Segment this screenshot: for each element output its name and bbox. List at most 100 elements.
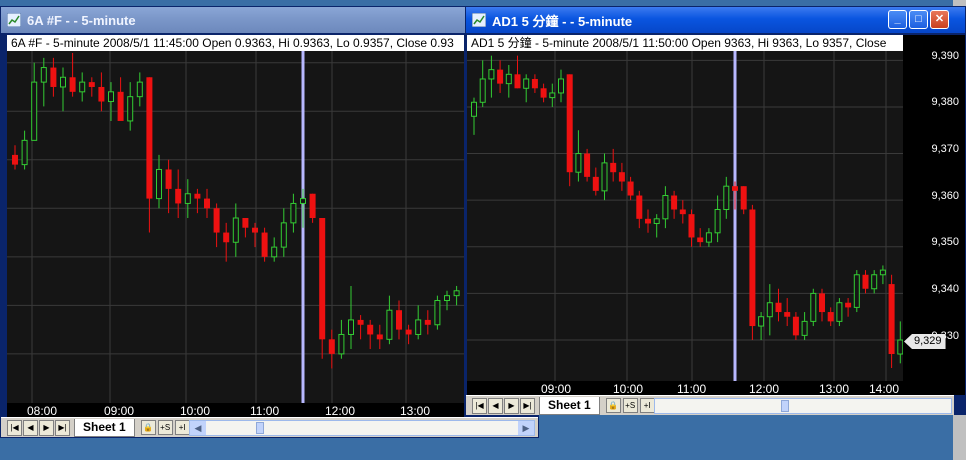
sheet-tab[interactable]: Sheet 1 bbox=[74, 418, 135, 437]
candle-body bbox=[775, 302, 782, 313]
lock-icon[interactable]: 🔒 bbox=[605, 398, 621, 413]
candle-body bbox=[653, 218, 660, 224]
candle-body bbox=[453, 290, 460, 297]
time-tick-label: 11:00 bbox=[677, 382, 707, 396]
window-title: AD1 5 分鐘 - - 5-minute bbox=[492, 13, 633, 29]
candle-body bbox=[88, 82, 95, 87]
chart-window-ad1[interactable]: AD1 5 分鐘 - - 5-minute _ □ ✕ AD1 5 分鐘 - 5… bbox=[465, 6, 966, 415]
close-icon[interactable]: ✕ bbox=[930, 10, 949, 29]
add-indicator-button[interactable]: +I bbox=[174, 420, 190, 435]
chart-window-6a[interactable]: 6A #F - - 5-minute 6A #F - 5-minute 2008… bbox=[0, 6, 539, 438]
last-sheet-button[interactable]: ▶| bbox=[520, 397, 535, 414]
next-sheet-button[interactable]: ▶ bbox=[504, 397, 519, 414]
candle-body bbox=[523, 78, 530, 89]
add-strategy-button[interactable]: +S bbox=[622, 398, 638, 413]
time-tick-label: 12:00 bbox=[325, 404, 356, 418]
maximize-icon[interactable]: □ bbox=[909, 10, 928, 29]
next-sheet-button[interactable]: ▶ bbox=[39, 419, 54, 436]
candle-body bbox=[636, 195, 643, 219]
candle-body bbox=[827, 312, 834, 322]
candle-body bbox=[108, 91, 114, 103]
sheet-tab[interactable]: Sheet 1 bbox=[539, 396, 600, 415]
candlestick-chart[interactable] bbox=[7, 35, 464, 403]
add-indicator-button[interactable]: +I bbox=[639, 398, 655, 413]
candle-body bbox=[12, 154, 18, 165]
candle-body bbox=[645, 218, 651, 224]
time-tick-label: 11:00 bbox=[250, 404, 280, 418]
candle-body bbox=[290, 202, 297, 224]
candle-body bbox=[396, 310, 402, 330]
scroll-thumb[interactable] bbox=[781, 400, 789, 412]
sheet-tab-bar: |◀ ◀ ▶ ▶| Sheet 1 🔒 +S +I bbox=[466, 395, 954, 415]
add-strategy-button[interactable]: +S bbox=[157, 420, 173, 435]
sheet-tab-bar: |◀ ◀ ▶ ▶| Sheet 1 🔒 +S +I ◀ ▶ bbox=[1, 417, 538, 437]
candle-body bbox=[862, 274, 869, 289]
last-price-marker: 9,329 bbox=[904, 334, 946, 349]
candle-body bbox=[127, 96, 134, 122]
horizontal-scrollbar[interactable] bbox=[654, 398, 952, 414]
candle-body bbox=[60, 76, 66, 88]
time-axis: 09:00 10:00 11:00 12:00 13:00 14:00 bbox=[467, 381, 903, 396]
candle-body bbox=[367, 324, 374, 335]
scroll-right-arrow-icon[interactable]: ▶ bbox=[518, 421, 534, 435]
candlestick-chart[interactable] bbox=[467, 35, 903, 381]
scroll-thumb[interactable] bbox=[256, 422, 264, 434]
time-tick-label: 10:00 bbox=[613, 382, 644, 396]
time-tick-label: 14:00 bbox=[869, 382, 900, 396]
candle-body bbox=[610, 162, 617, 173]
candle-body bbox=[845, 302, 852, 308]
candle-body bbox=[156, 168, 162, 200]
candle-body bbox=[723, 185, 730, 210]
window-titlebar[interactable]: AD1 5 分鐘 - - 5-minute _ □ ✕ bbox=[466, 7, 965, 33]
price-chart-plot[interactable]: 6A #F - 5-minute 2008/5/1 11:45:00 Open … bbox=[7, 35, 464, 403]
candle-body bbox=[165, 169, 172, 189]
price-tick-label: 9,370 bbox=[931, 143, 959, 155]
candle-body bbox=[338, 333, 345, 355]
candle-body bbox=[740, 186, 747, 210]
candle-body bbox=[601, 162, 608, 192]
candle-body bbox=[444, 295, 450, 302]
candle-body bbox=[79, 81, 86, 93]
candle-body bbox=[505, 73, 512, 85]
chart-app-icon bbox=[471, 12, 487, 28]
price-chart-plot[interactable]: AD1 5 分鐘 - 5-minute 2008/5/1 11:50:00 Op… bbox=[467, 35, 903, 381]
last-sheet-button[interactable]: ▶| bbox=[55, 419, 70, 436]
candle-body bbox=[242, 218, 249, 228]
candle-body bbox=[688, 214, 695, 238]
candle-body bbox=[766, 302, 773, 318]
horizontal-scrollbar[interactable]: ◀ ▶ bbox=[189, 420, 535, 436]
candle-body bbox=[662, 195, 669, 220]
candle-body bbox=[376, 334, 383, 340]
candle-body bbox=[801, 320, 808, 336]
candle-body bbox=[497, 69, 504, 84]
candle-body bbox=[618, 172, 625, 182]
prev-sheet-button[interactable]: ◀ bbox=[23, 419, 38, 436]
candle-body bbox=[424, 319, 431, 325]
candle-body bbox=[714, 209, 721, 234]
price-tick-label: 9,350 bbox=[931, 236, 959, 248]
lock-icon[interactable]: 🔒 bbox=[140, 420, 156, 435]
first-sheet-button[interactable]: |◀ bbox=[472, 397, 487, 414]
candle-body bbox=[758, 316, 765, 327]
price-tick-label: 9,340 bbox=[931, 283, 959, 295]
first-sheet-button[interactable]: |◀ bbox=[7, 419, 22, 436]
prev-sheet-button[interactable]: ◀ bbox=[488, 397, 503, 414]
candle-body bbox=[566, 74, 573, 173]
candle-body bbox=[415, 319, 422, 335]
candle-body bbox=[792, 316, 799, 336]
candle-body bbox=[549, 92, 556, 99]
candle-body bbox=[252, 227, 258, 233]
price-tick-label: 9,390 bbox=[931, 50, 959, 62]
candle-body bbox=[575, 153, 582, 173]
candle-body bbox=[223, 232, 230, 243]
window-titlebar[interactable]: 6A #F - - 5-minute bbox=[1, 7, 538, 33]
minimize-icon[interactable]: _ bbox=[888, 10, 907, 29]
price-tick-label: 9,380 bbox=[931, 96, 959, 108]
scroll-left-arrow-icon[interactable]: ◀ bbox=[190, 421, 206, 435]
time-tick-label: 13:00 bbox=[819, 382, 850, 396]
candle-body bbox=[50, 67, 57, 87]
price-axis: 9,390 9,380 9,370 9,360 9,350 9,340 9,33… bbox=[903, 35, 965, 395]
candle-body bbox=[328, 339, 335, 354]
candle-body bbox=[213, 208, 220, 233]
candle-body bbox=[386, 309, 393, 340]
